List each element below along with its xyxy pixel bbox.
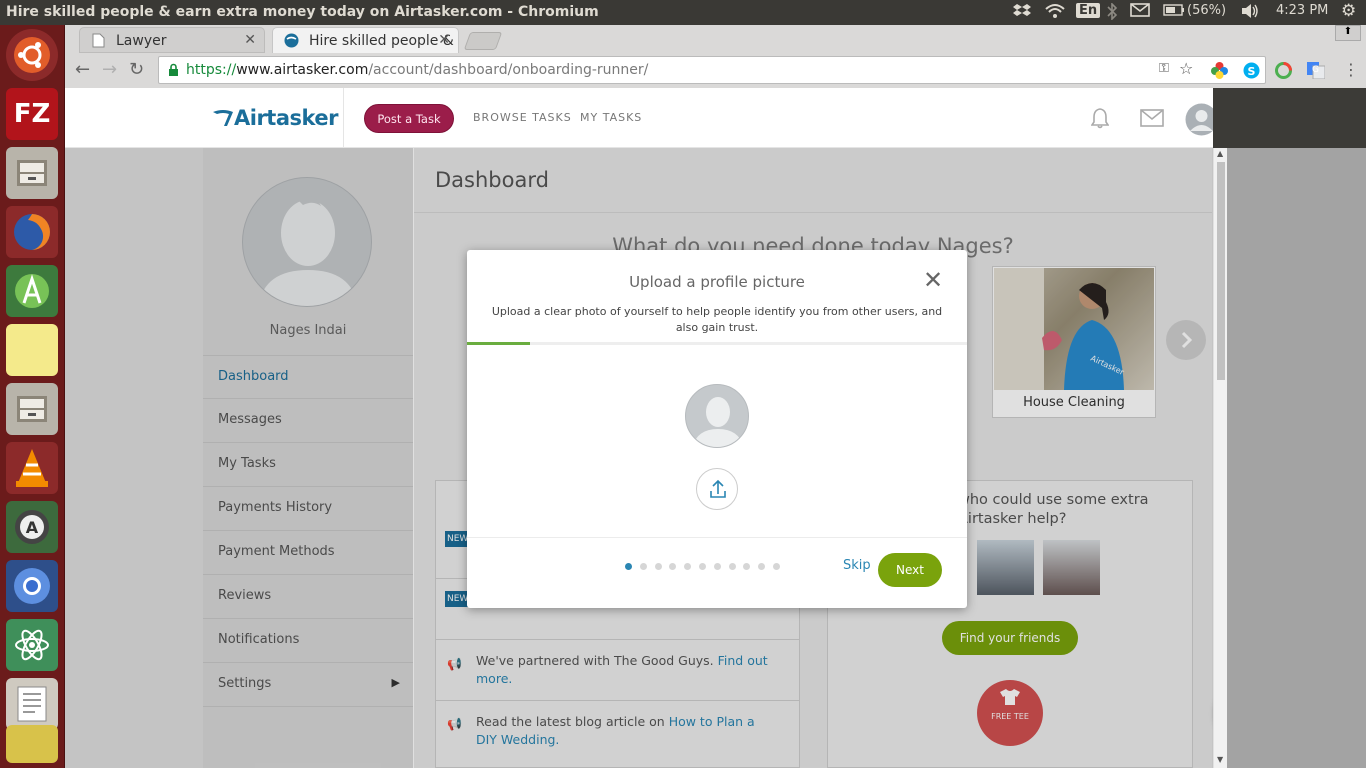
skip-button[interactable]: Skip <box>843 558 871 573</box>
color-picker-extension-icon[interactable] <box>1211 62 1228 83</box>
keyboard-layout-indicator[interactable]: En <box>1076 3 1101 18</box>
user-avatar-icon[interactable] <box>1185 103 1213 140</box>
mail-icon[interactable] <box>1130 3 1150 21</box>
ubuntu-dash-icon[interactable] <box>6 29 58 81</box>
tab-lawyer[interactable]: Lawyer ✕ <box>79 27 265 53</box>
profile-picture-preview[interactable] <box>685 384 749 448</box>
web-page: Airtasker Post a Task BROWSE TASKS MY TA… <box>65 88 1213 768</box>
back-icon[interactable]: ← <box>75 59 90 80</box>
upload-photo-button[interactable] <box>696 468 738 510</box>
step-dot[interactable] <box>625 563 632 570</box>
bookmark-star-icon[interactable]: ☆ <box>1179 59 1193 78</box>
unity-launcher: FZ A <box>0 25 65 768</box>
address-bar[interactable]: https://www.airtasker.com/account/dashbo… <box>158 56 1266 84</box>
google-translate-extension-icon[interactable]: G <box>1307 62 1326 83</box>
vertical-scrollbar[interactable]: ▲ ▼ <box>1213 148 1227 768</box>
page-icon <box>92 33 105 52</box>
battery-percentage: (56%) <box>1187 3 1227 18</box>
reload-icon[interactable]: ↻ <box>129 59 144 80</box>
upload-icon <box>710 479 726 498</box>
dropbox-icon[interactable] <box>1013 3 1031 23</box>
url-host: www.airtasker.com <box>236 62 369 78</box>
android-studio-icon[interactable] <box>6 265 58 317</box>
step-dot[interactable] <box>758 563 766 570</box>
clock[interactable]: 4:23 PM <box>1276 3 1328 18</box>
new-tab-button[interactable] <box>463 32 503 50</box>
scrollbar-thumb[interactable] <box>1217 162 1225 380</box>
step-dot[interactable] <box>699 563 706 570</box>
logo-mark-icon <box>212 108 234 133</box>
tab-label: Lawyer <box>116 33 167 49</box>
svg-text:G: G <box>1312 65 1319 75</box>
forward-icon[interactable]: → <box>102 59 117 80</box>
upload-profile-picture-modal: Upload a profile picture ✕ Upload a clea… <box>467 250 967 608</box>
battery-icon[interactable] <box>1163 3 1185 21</box>
airtasker-logo[interactable]: Airtasker <box>212 106 339 133</box>
text-editor-icon[interactable] <box>6 678 58 730</box>
url-path: /account/dashboard/onboarding-runner/ <box>368 62 649 78</box>
modal-title: Upload a profile picture <box>629 273 805 291</box>
step-dot[interactable] <box>654 563 662 570</box>
software-updater-icon[interactable]: A <box>6 501 58 553</box>
vlc-icon[interactable] <box>6 442 58 494</box>
browser-menu-icon[interactable]: ⋮ <box>1343 60 1359 79</box>
step-dot[interactable] <box>684 563 692 570</box>
bluetooth-icon[interactable] <box>1106 2 1118 24</box>
close-tab-icon[interactable]: ✕ <box>438 32 450 48</box>
tab-airtasker[interactable]: Hire skilled people & earn ✕ <box>272 27 459 53</box>
system-monitor-icon[interactable] <box>6 725 58 763</box>
scroll-down-icon[interactable]: ▼ <box>1217 755 1223 764</box>
modal-description: Upload a clear photo of yourself to help… <box>491 305 943 334</box>
url-scheme: https:// <box>186 62 237 78</box>
close-icon[interactable]: ✕ <box>923 268 943 292</box>
notifications-bell-icon[interactable] <box>1090 107 1110 133</box>
step-dot[interactable] <box>669 563 677 570</box>
key-icon[interactable]: ⚿ <box>1159 61 1169 76</box>
svg-text:S: S <box>1248 65 1256 78</box>
avatar-silhouette-icon <box>692 397 744 447</box>
browser-chrome: Lawyer ✕ Hire skilled people & earn ✕ ⬆ … <box>65 25 1366 88</box>
step-dot[interactable] <box>743 563 751 570</box>
firefox-icon[interactable] <box>6 206 58 258</box>
session-gear-icon[interactable]: ⚙ <box>1341 1 1356 21</box>
google-drive-extension-icon[interactable] <box>1275 62 1292 83</box>
volume-icon[interactable] <box>1240 3 1260 23</box>
lock-icon <box>168 63 179 81</box>
step-dot[interactable] <box>728 563 736 570</box>
progress-fill <box>467 342 530 345</box>
airtasker-favicon-icon <box>284 33 299 52</box>
browse-tasks-link[interactable]: BROWSE TASKS <box>473 111 572 124</box>
wifi-icon[interactable] <box>1045 3 1065 23</box>
step-dot[interactable] <box>639 563 647 570</box>
step-dot[interactable] <box>773 563 780 570</box>
file-manager-icon[interactable] <box>6 147 58 199</box>
next-button[interactable]: Next <box>878 553 942 587</box>
window-title: Hire skilled people & earn extra money t… <box>6 4 599 20</box>
atom-icon[interactable] <box>6 619 58 671</box>
file-manager-2-icon[interactable] <box>6 383 58 435</box>
site-header: Airtasker Post a Task BROWSE TASKS MY TA… <box>65 88 1213 148</box>
os-top-bar: Hire skilled people & earn extra money t… <box>0 0 1366 25</box>
close-tab-icon[interactable]: ✕ <box>244 32 256 48</box>
tab-label: Hire skilled people & earn <box>309 33 458 49</box>
modal-footer-divider <box>467 537 967 538</box>
logo-text: Airtasker <box>234 106 339 130</box>
svg-text:A: A <box>26 518 39 537</box>
post-a-task-button[interactable]: Post a Task <box>364 104 454 133</box>
filezilla-icon[interactable]: FZ <box>6 88 58 140</box>
step-dot[interactable] <box>713 563 721 570</box>
onboarding-progress-bar <box>467 342 967 345</box>
sticky-notes-icon[interactable] <box>6 324 58 376</box>
skype-extension-icon[interactable]: S <box>1243 62 1260 83</box>
messages-envelope-icon[interactable] <box>1140 109 1164 131</box>
chromium-icon[interactable] <box>6 560 58 612</box>
scroll-up-icon[interactable]: ▲ <box>1217 149 1223 158</box>
header-divider <box>343 88 344 148</box>
profile-menu-icon[interactable]: ⬆ <box>1335 25 1361 41</box>
my-tasks-link[interactable]: MY TASKS <box>580 111 642 124</box>
desktop-background <box>1227 148 1366 768</box>
